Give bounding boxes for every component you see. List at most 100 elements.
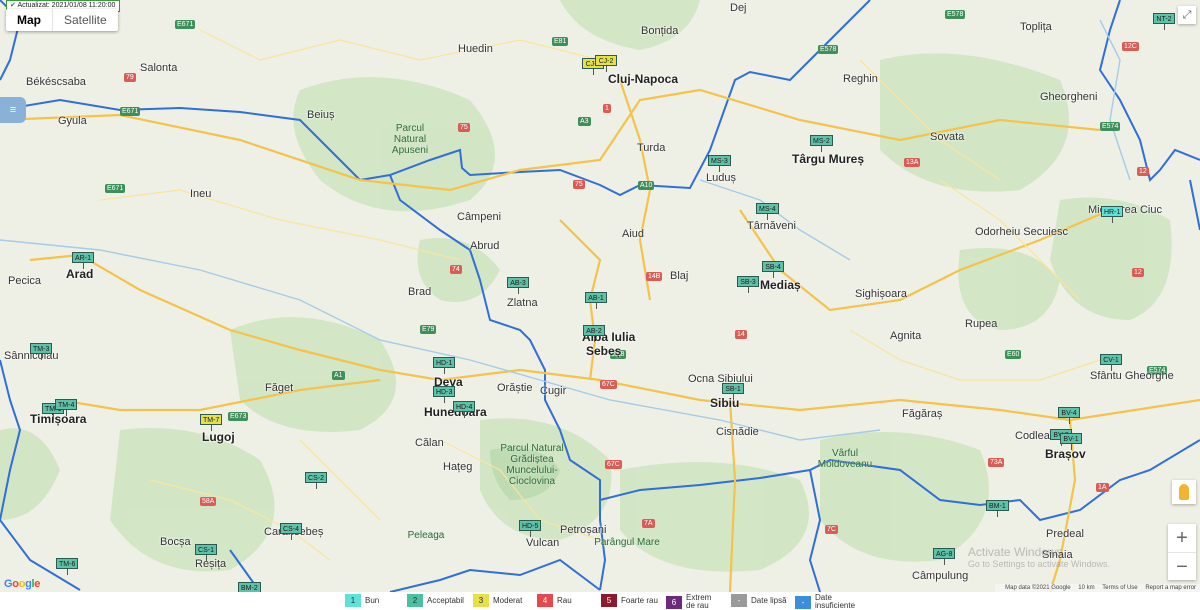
fullscreen-icon: ⤢ xyxy=(1182,9,1192,21)
legend-item: - Date lipsă xyxy=(731,594,787,607)
station-marker[interactable]: HR-1 xyxy=(1101,206,1124,223)
terms-link[interactable]: Terms of Use xyxy=(1102,585,1137,591)
station-marker[interactable]: CV-1 xyxy=(1100,354,1122,371)
station-marker[interactable]: AG-8 xyxy=(933,548,956,565)
road-shield: 74 xyxy=(450,265,462,274)
station-marker[interactable]: CS-2 xyxy=(305,472,327,489)
road-shield: E79 xyxy=(420,325,437,334)
map-canvas[interactable]: E81 E671 E671 E671 E578 E578 E68 E60 E79… xyxy=(0,0,1200,592)
legend-item: - Date insuficiente xyxy=(795,594,857,610)
city-label: Dej xyxy=(730,2,747,14)
windows-activation-watermark: Activate Windows Go to Settings to activ… xyxy=(967,545,1110,569)
check-icon: ✔ xyxy=(10,2,16,9)
road-shield: 73A xyxy=(988,458,1005,467)
city-label: Predeal xyxy=(1046,528,1084,540)
station-marker[interactable]: CJ-2 xyxy=(595,55,617,72)
station-marker[interactable]: MS-3 xyxy=(708,155,731,172)
road-shield: E81 xyxy=(552,37,569,46)
side-panel-toggle[interactable]: ≡ xyxy=(0,97,26,123)
road-shield: 12 xyxy=(1137,167,1149,176)
station-marker[interactable]: HD-4 xyxy=(453,401,476,418)
map-type-map[interactable]: Map xyxy=(6,9,53,31)
city-label: Aiud xyxy=(622,228,645,240)
station-marker[interactable]: CS-1 xyxy=(195,544,217,561)
station-marker[interactable]: CS-4 xyxy=(280,523,302,540)
legend-swatch: - xyxy=(795,595,811,609)
city-label: Toplița xyxy=(1020,21,1052,33)
legend-label: Bun xyxy=(365,595,380,605)
road-shield: E671 xyxy=(120,107,141,116)
station-marker[interactable]: BM-2 xyxy=(238,582,261,592)
station-marker[interactable]: BM-1 xyxy=(986,500,1009,517)
station-marker[interactable]: SB-4 xyxy=(762,261,784,278)
station-marker[interactable]: TM-6 xyxy=(56,558,79,575)
city-label: Târnăveni xyxy=(747,220,796,232)
station-marker[interactable]: NT-2 xyxy=(1153,13,1175,30)
zoom-out-button[interactable]: − xyxy=(1168,553,1196,581)
legend-label: Extrem de rau xyxy=(686,593,712,610)
city-label: Mediaș xyxy=(760,278,801,292)
report-error-link[interactable]: Report a map error xyxy=(1145,585,1196,591)
station-marker[interactable]: BV-1 xyxy=(1060,433,1082,450)
legend-swatch: - xyxy=(731,594,747,607)
city-label: Codlea xyxy=(1015,430,1050,442)
attribution-text: Map data ©2021 Google xyxy=(1005,585,1071,591)
station-marker[interactable]: SB-3 xyxy=(737,276,759,293)
road-shield: E60 xyxy=(1005,350,1022,359)
city-label: Turda xyxy=(637,142,666,154)
road-shield: 75 xyxy=(573,180,585,189)
city-label: Salonta xyxy=(140,62,178,74)
map-attribution: Map data ©2021 Google 10 km Terms of Use… xyxy=(995,584,1200,592)
city-label: Reghin xyxy=(843,73,878,85)
city-label: Sebeș xyxy=(586,344,622,358)
city-label: Călan xyxy=(415,437,444,449)
road-shield: 67C xyxy=(605,460,622,469)
station-marker[interactable]: TM-7 xyxy=(200,414,223,431)
station-marker[interactable]: HD-3 xyxy=(433,386,456,403)
map-type-control: Map Satellite xyxy=(6,9,118,31)
city-label: Zlatna xyxy=(507,297,538,309)
station-marker[interactable]: AB-1 xyxy=(585,292,607,309)
map-type-satellite[interactable]: Satellite xyxy=(53,9,118,31)
station-marker[interactable]: AB-3 xyxy=(507,277,529,294)
city-label: Gheorgheni xyxy=(1040,91,1098,103)
google-logo[interactable]: Google xyxy=(4,578,40,590)
city-label: Făgăraș xyxy=(902,408,943,420)
city-label: Bocșa xyxy=(160,536,191,548)
station-marker[interactable]: AR-1 xyxy=(72,252,94,269)
fullscreen-button[interactable]: ⤢ xyxy=(1178,6,1196,24)
road-shield: 1 xyxy=(603,104,611,113)
legend-swatch: 4 xyxy=(537,594,553,607)
station-marker[interactable]: HD-1 xyxy=(433,357,456,374)
station-marker[interactable]: SB-1 xyxy=(722,383,744,400)
road-shield: 14 xyxy=(735,330,747,339)
legend-item: 4 Rau xyxy=(537,594,572,607)
city-label: Gyula xyxy=(58,115,87,127)
zoom-in-button[interactable]: + xyxy=(1168,524,1196,553)
city-label: Târgu Mureș xyxy=(792,152,865,166)
city-label: Blaj xyxy=(670,270,689,282)
station-marker[interactable]: AB-2 xyxy=(583,325,605,342)
legend-item: 5 Foarte rau xyxy=(601,594,658,607)
legend-swatch: 3 xyxy=(473,594,489,607)
station-marker[interactable]: MS-4 xyxy=(756,203,779,220)
station-marker[interactable]: HD-5 xyxy=(519,520,542,537)
station-marker[interactable]: TM-4 xyxy=(55,399,78,416)
legend-label: Acceptabil xyxy=(427,595,464,605)
legend-swatch: 1 xyxy=(345,594,361,607)
scale-bar: 10 km xyxy=(1078,585,1095,591)
legend-swatch: 5 xyxy=(601,594,617,607)
city-label: Vulcan xyxy=(526,537,560,549)
station-marker[interactable]: BV-4 xyxy=(1058,407,1080,424)
park-label: Parcul Natural Apuseni xyxy=(391,123,429,156)
road-shield: E574 xyxy=(1100,122,1121,131)
city-label: Arad xyxy=(66,267,94,281)
park-label: Peleaga xyxy=(407,530,445,541)
street-view-button[interactable] xyxy=(1172,480,1196,504)
city-label: Luduș xyxy=(706,172,736,184)
city-label: Cisnădie xyxy=(716,426,759,438)
station-marker[interactable]: MS-2 xyxy=(810,135,833,152)
station-marker[interactable]: TM-3 xyxy=(30,343,53,360)
road-shield: E578 xyxy=(818,45,839,54)
road-shield: E578 xyxy=(945,10,966,19)
